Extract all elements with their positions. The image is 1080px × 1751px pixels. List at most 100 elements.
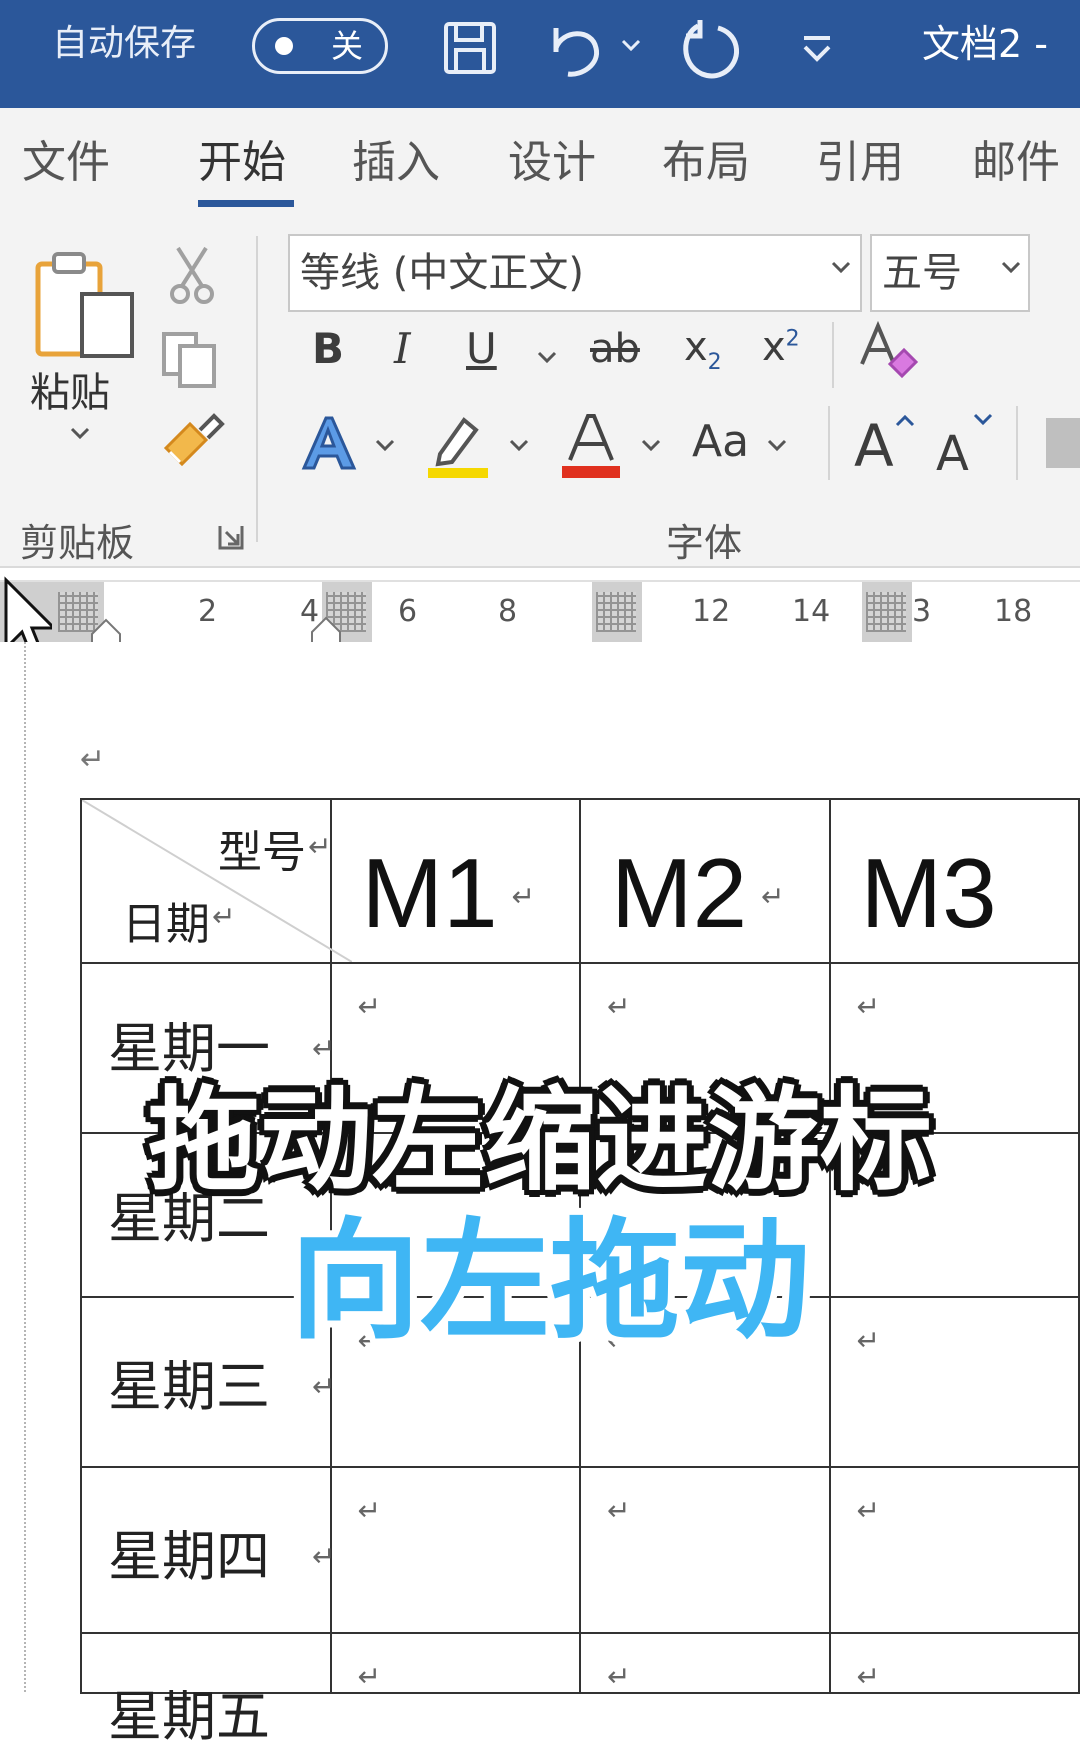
- format-divider: [828, 406, 830, 480]
- tab-layout[interactable]: 布局: [662, 134, 750, 192]
- paragraph-mark: ↵: [511, 880, 535, 913]
- row-label-cell[interactable]: 星期四 ↵: [80, 1466, 335, 1634]
- highlight-icon[interactable]: [426, 412, 490, 478]
- cut-icon[interactable]: [168, 244, 216, 306]
- header-diagonal-line: [82, 800, 352, 962]
- font-name-combo[interactable]: 等线 (中文正文): [288, 234, 862, 312]
- tab-references[interactable]: 引用: [816, 134, 904, 192]
- paragraph-mark: ↵: [856, 1494, 880, 1527]
- ruler-number: 6: [398, 594, 418, 629]
- chevron-down-icon[interactable]: [1000, 260, 1022, 276]
- caption-line-1: 拖动左缩进游标: [148, 1076, 932, 1206]
- grow-font-button[interactable]: A: [854, 412, 894, 480]
- ruler-number: 12: [692, 594, 731, 629]
- paragraph-mark: ↵: [357, 1660, 381, 1693]
- clipboard-group-label: 剪贴板: [20, 521, 135, 565]
- grow-caret-icon: [895, 414, 915, 427]
- paragraph-mark: ↵: [761, 880, 785, 913]
- chevron-down-icon[interactable]: [830, 260, 852, 276]
- ribbon-home: 粘贴 剪贴板 等线 (中文正文) 五号 B I U ab x2 x2 Aa A …: [0, 226, 1080, 568]
- format-divider: [832, 322, 834, 388]
- model-header-cell[interactable]: M3: [828, 798, 1080, 964]
- autosave-state: 关: [331, 27, 364, 65]
- paste-icon[interactable]: [30, 246, 140, 366]
- highlight-dropdown-icon[interactable]: [508, 438, 530, 454]
- table-cell[interactable]: ↵: [329, 1466, 581, 1634]
- font-group-label: 字体: [666, 521, 743, 565]
- tab-mailings[interactable]: 邮件: [972, 134, 1060, 192]
- font-color-icon[interactable]: [560, 412, 622, 478]
- font-size-combo[interactable]: 五号: [870, 234, 1030, 312]
- model-header-cell[interactable]: M1 ↵: [329, 798, 581, 964]
- redo-icon[interactable]: [676, 18, 746, 84]
- save-icon[interactable]: [440, 18, 500, 78]
- column-marker[interactable]: [596, 592, 636, 632]
- superscript-button[interactable]: x2: [762, 324, 800, 370]
- table-row: 星期五 ↵ ↵ ↵: [80, 1632, 1080, 1748]
- paragraph-mark: ↵: [607, 990, 631, 1023]
- strikethrough-button[interactable]: ab: [590, 326, 640, 372]
- paragraph-mark: ↵: [357, 990, 381, 1023]
- row-label: 星期五: [108, 1685, 270, 1748]
- shrink-font-button[interactable]: A: [936, 426, 969, 482]
- table-cell[interactable]: ↵: [329, 1632, 581, 1694]
- caption-line-2: 向左拖动: [289, 1205, 810, 1357]
- toggle-knob: [275, 37, 293, 55]
- copy-icon[interactable]: [160, 330, 220, 390]
- change-case-button[interactable]: Aa: [692, 416, 749, 467]
- superscript-x: x: [762, 324, 786, 370]
- model-label: M2: [611, 838, 748, 948]
- format-divider: [1016, 406, 1018, 480]
- paragraph-mark: ↵: [607, 1660, 631, 1693]
- table-cell[interactable]: ↵: [579, 1466, 831, 1634]
- dialog-launcher-icon[interactable]: [216, 522, 246, 552]
- horizontal-ruler[interactable]: 2 4 6 8 12 14 3 18: [0, 580, 1080, 644]
- text-effects-dropdown-icon[interactable]: [374, 438, 396, 454]
- text-effects-icon[interactable]: [298, 412, 358, 474]
- superscript-digit: 2: [785, 326, 800, 352]
- undo-icon[interactable]: [546, 18, 612, 80]
- row-label: 星期四: [108, 1525, 270, 1588]
- column-marker[interactable]: [866, 592, 906, 632]
- paragraph-mark: ↵: [856, 990, 880, 1023]
- autosave-toggle[interactable]: 关: [252, 18, 388, 74]
- paragraph-mark: ↵: [80, 742, 106, 777]
- font-color-dropdown-icon[interactable]: [640, 438, 662, 454]
- ruler-number: 2: [198, 594, 218, 629]
- group-divider: [256, 236, 258, 542]
- tab-insert[interactable]: 插入: [352, 134, 440, 192]
- model-label: M1: [361, 838, 498, 948]
- table-cell[interactable]: ↵: [828, 1466, 1080, 1634]
- tab-design[interactable]: 设计: [508, 134, 596, 192]
- paragraph-mark: ↵: [357, 1494, 381, 1527]
- row-label-cell[interactable]: 星期五: [80, 1632, 332, 1748]
- clear-formatting-icon[interactable]: [856, 320, 922, 384]
- paste-label[interactable]: 粘贴: [30, 360, 110, 418]
- active-tab-indicator: [198, 200, 294, 207]
- paste-dropdown-icon[interactable]: [68, 426, 92, 442]
- italic-button[interactable]: I: [394, 324, 411, 373]
- subscript-x: x: [684, 324, 708, 370]
- character-shading-button[interactable]: [1046, 418, 1080, 468]
- ruler-number: 18: [994, 594, 1033, 629]
- customize-quick-access-icon[interactable]: [800, 34, 834, 64]
- change-case-dropdown-icon[interactable]: [766, 438, 788, 454]
- model-label: M3: [860, 838, 997, 948]
- table-cell[interactable]: ↵: [828, 1632, 1080, 1694]
- document-name: 文档2 -: [922, 22, 1048, 66]
- font-size-value: 五号: [882, 250, 962, 296]
- tab-home[interactable]: 开始: [198, 134, 286, 192]
- format-painter-icon[interactable]: [160, 412, 226, 474]
- bold-button[interactable]: B: [312, 324, 344, 373]
- ribbon-tabs: 文件 开始 插入 设计 布局 引用 邮件: [0, 108, 1080, 226]
- tab-file[interactable]: 文件: [22, 134, 110, 192]
- paragraph-mark: ↵: [856, 1660, 880, 1693]
- subscript-button[interactable]: x2: [684, 324, 722, 375]
- underline-dropdown-icon[interactable]: [536, 350, 558, 366]
- table-row: 星期四 ↵ ↵ ↵ ↵: [80, 1466, 1080, 1634]
- table-cell[interactable]: ↵: [579, 1632, 831, 1694]
- model-header-cell[interactable]: M2 ↵: [579, 798, 831, 964]
- shrink-caret-icon: [973, 413, 993, 426]
- underline-button[interactable]: U: [466, 324, 497, 373]
- undo-dropdown-icon[interactable]: [620, 38, 642, 52]
